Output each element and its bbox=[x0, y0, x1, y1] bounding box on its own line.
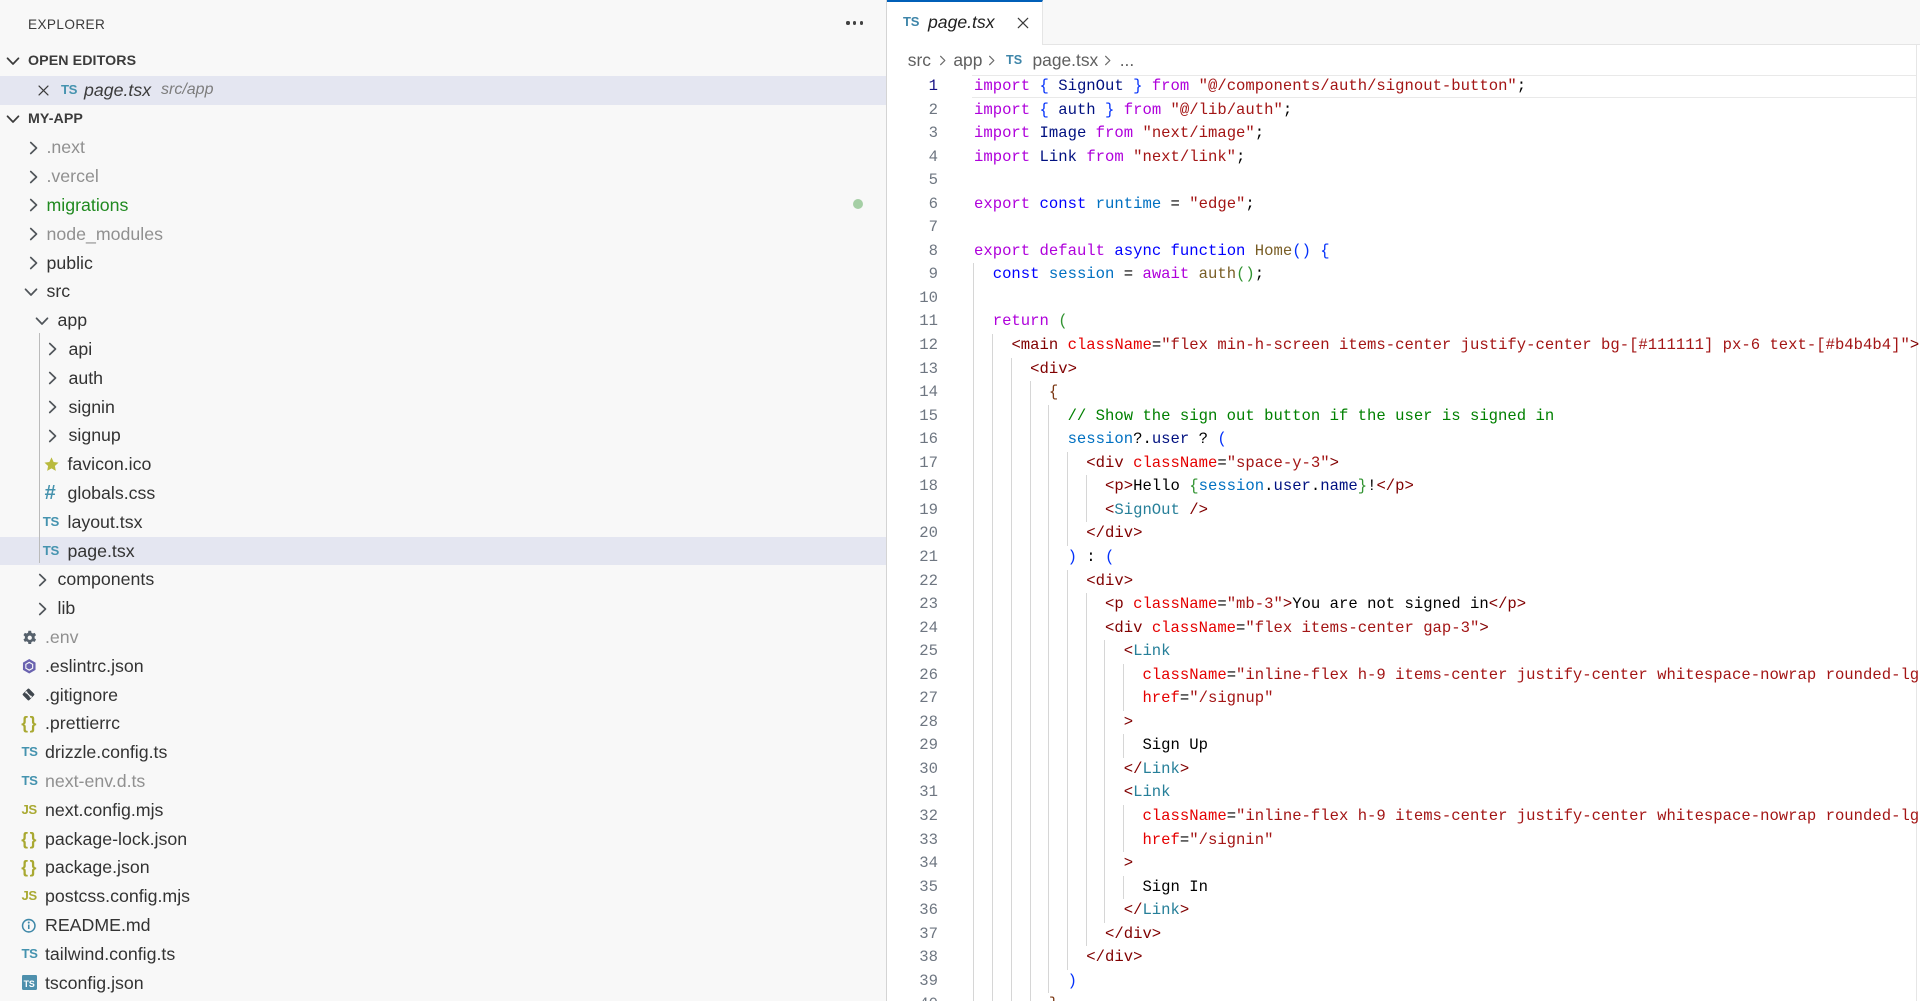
svg-text:TS: TS bbox=[24, 979, 35, 989]
